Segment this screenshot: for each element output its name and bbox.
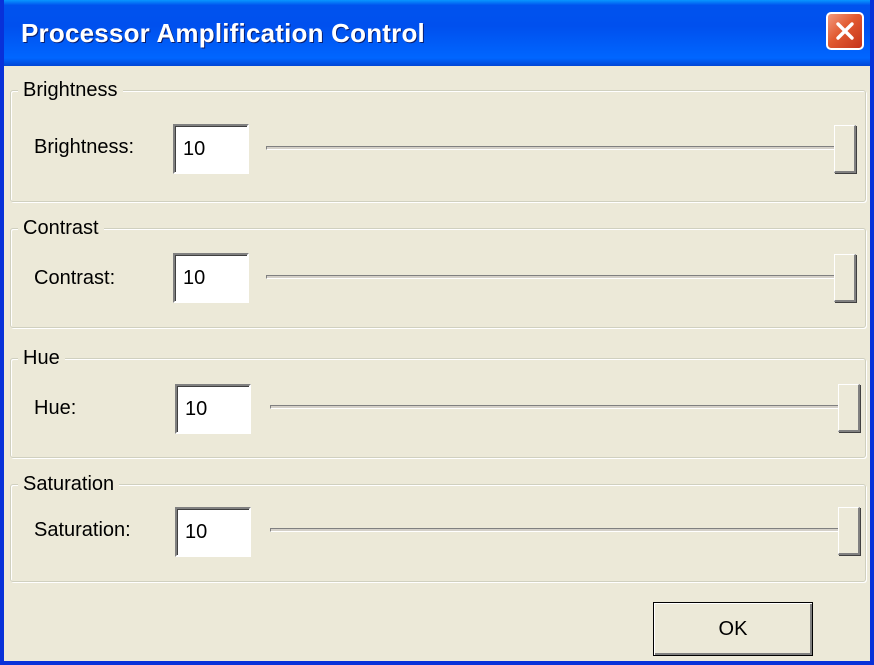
window-title: Processor Amplification Control	[21, 18, 425, 48]
contrast-group: Contrast Contrast:	[10, 214, 866, 328]
close-icon	[836, 22, 854, 40]
dialog-window: Processor Amplification Control Brightne…	[0, 0, 874, 665]
brightness-slider-thumb[interactable]	[834, 125, 856, 173]
saturation-group: Saturation Saturation:	[10, 470, 866, 582]
saturation-slider-track[interactable]	[270, 528, 860, 532]
contrast-slider-thumb[interactable]	[834, 254, 856, 302]
close-button[interactable]	[826, 12, 864, 50]
brightness-label: Brightness:	[34, 136, 135, 158]
hue-label: Hue:	[34, 397, 77, 419]
saturation-input[interactable]	[175, 507, 251, 557]
contrast-group-legend: Contrast	[18, 214, 104, 242]
hue-group: Hue Hue:	[10, 344, 866, 458]
saturation-group-legend: Saturation	[18, 470, 120, 498]
brightness-group-legend: Brightness	[18, 76, 123, 104]
hue-slider-track[interactable]	[270, 405, 860, 409]
hue-input[interactable]	[175, 384, 251, 434]
hue-group-legend: Hue	[18, 344, 65, 372]
contrast-slider-track[interactable]	[266, 275, 856, 279]
hue-slider-thumb[interactable]	[838, 384, 860, 432]
brightness-group: Brightness Brightness:	[10, 76, 866, 202]
ok-button[interactable]: OK	[653, 602, 813, 656]
brightness-input[interactable]	[173, 124, 249, 174]
contrast-label: Contrast:	[34, 267, 116, 289]
saturation-label: Saturation:	[34, 519, 131, 541]
saturation-slider-thumb[interactable]	[838, 507, 860, 555]
brightness-slider-track[interactable]	[266, 146, 856, 150]
contrast-input[interactable]	[173, 253, 249, 303]
group-frame	[10, 484, 866, 582]
title-bar[interactable]: Processor Amplification Control	[4, 0, 870, 66]
